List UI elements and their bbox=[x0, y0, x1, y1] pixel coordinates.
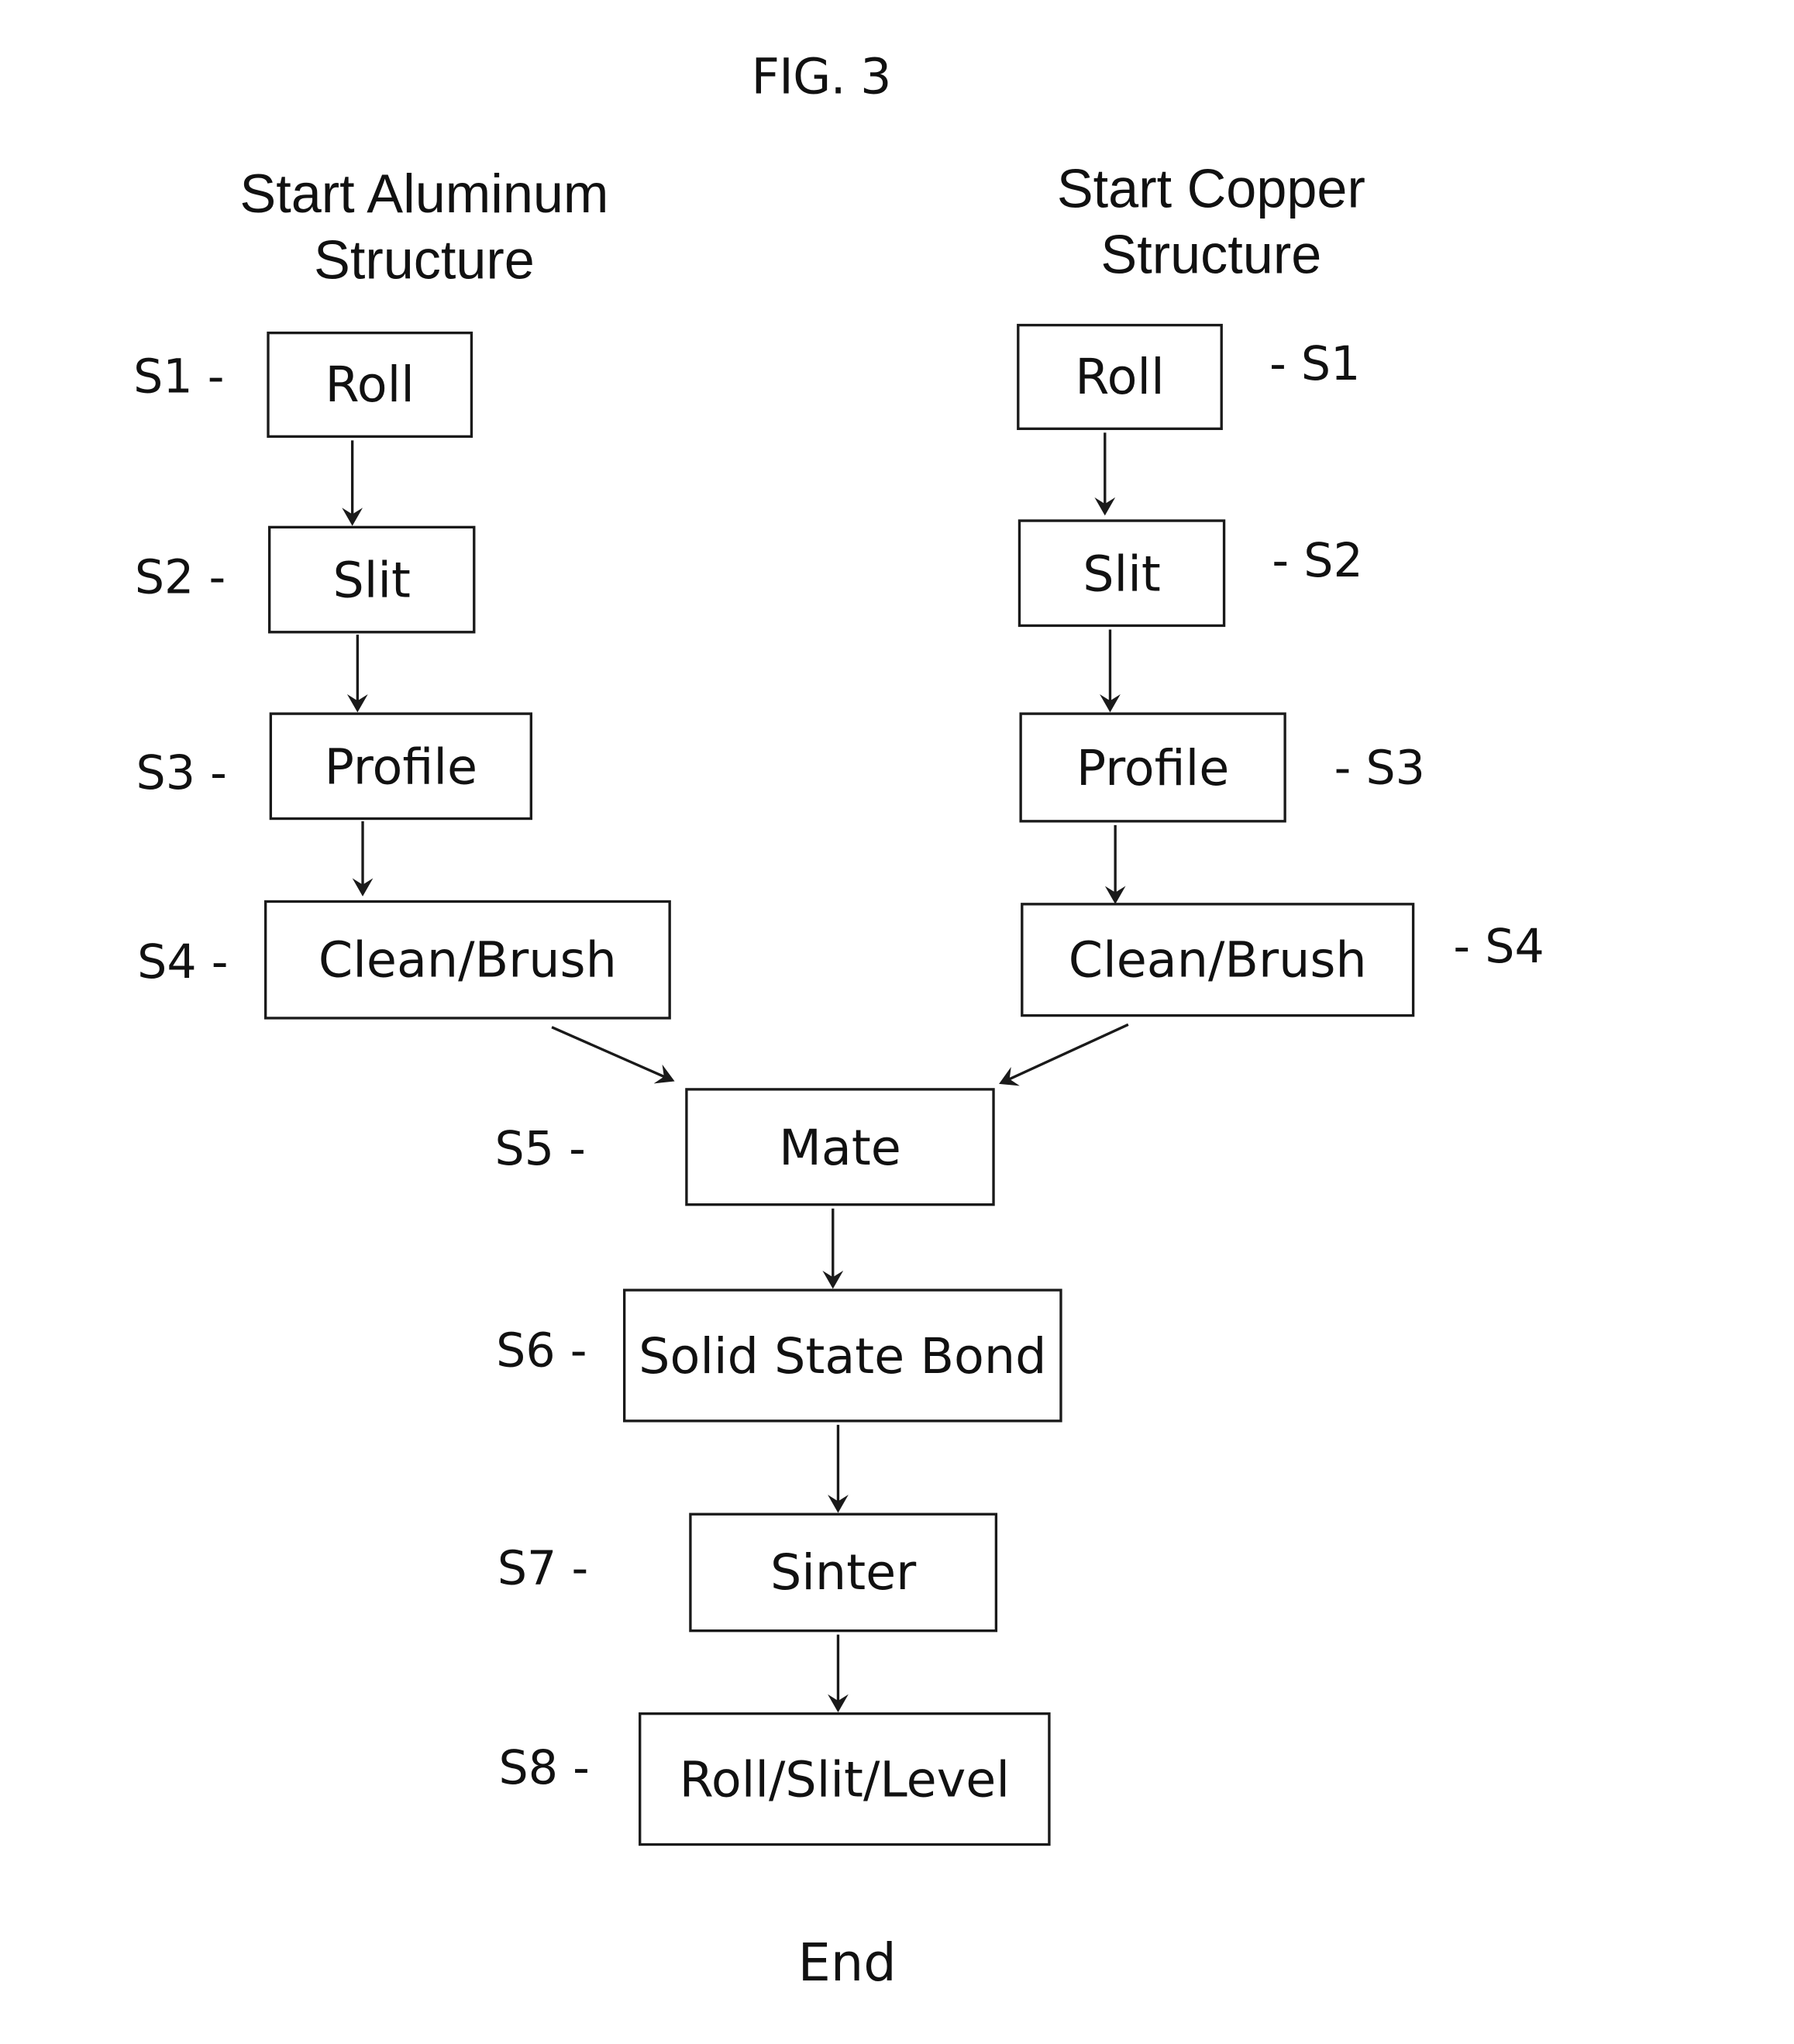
arrow-cu-clean-to-mate bbox=[999, 1023, 1129, 1086]
arrow-al-clean-to-mate bbox=[551, 1026, 675, 1084]
connector-layer bbox=[342, 432, 1129, 1712]
flowchart-canvas: FIG. 3 Start Aluminum Structure Start Co… bbox=[0, 0, 1794, 2044]
